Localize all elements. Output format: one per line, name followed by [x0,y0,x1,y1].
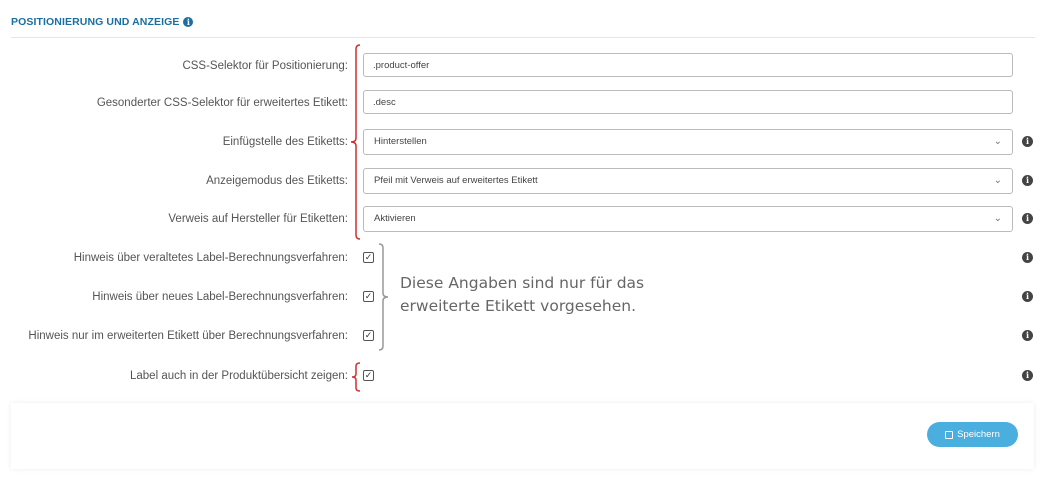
manufacturer-reference-label: Verweis auf Hersteller für Etiketten: [168,213,348,225]
info-icon[interactable]: i [1022,330,1033,341]
gray-bracket-annotation [378,243,389,351]
insert-position-value: Hinterstellen [374,136,427,147]
info-icon[interactable]: i [183,17,194,27]
insert-position-label: Einfügstelle des Etiketts: [222,136,348,148]
info-icon[interactable]: i [1022,175,1033,186]
section-title: POSITIONIERUNG UND ANZEIGE i [11,16,194,28]
display-mode-select[interactable]: Pfeil mit Verweis auf erweitertes Etiket… [363,168,1013,194]
info-icon[interactable]: i [1022,252,1033,263]
row-manufacturer-reference: Verweis auf Hersteller für Etiketten: Ak… [0,206,1057,232]
old-calc-notice-label: Hinweis über veraltetes Label-Berechnung… [73,252,348,264]
show-in-overview-label: Label auch in der Produktübersicht zeige… [129,370,348,382]
info-icon[interactable]: i [1022,213,1033,224]
extended-only-notice-checkbox[interactable]: ✓ [363,330,374,341]
row-display-mode: Anzeigemodus des Etiketts: Pfeil mit Ver… [0,168,1057,194]
row-css-selector: CSS-Selektor für Positionierung: [0,53,1057,79]
extended-selector-label: Gesonderter CSS-Selektor für erweitertes… [96,97,348,109]
save-button-label: Speichern [957,429,1000,440]
annotation-line-2: erweiterte Etikett vorgesehen. [400,297,637,315]
row-insert-position: Einfügstelle des Etiketts: Hinterstellen… [0,129,1057,155]
info-icon[interactable]: i [1022,136,1033,147]
manufacturer-reference-value: Aktivieren [374,213,416,224]
chevron-down-icon: ⌄ [993,175,1002,186]
new-calc-notice-label: Hinweis über neues Label-Berechnungsverf… [92,291,348,303]
row-extended-only-notice: Hinweis nur im erweiterten Etikett über … [0,323,1057,349]
css-selector-input[interactable] [363,53,1013,77]
footer-panel [11,403,1034,469]
save-button[interactable]: Speichern [927,422,1018,447]
show-in-overview-checkbox[interactable]: ✓ [363,370,374,381]
row-old-calc-notice: Hinweis über veraltetes Label-Berechnung… [0,245,1057,271]
floppy-disk-icon [945,430,954,439]
red-bracket-annotation [351,362,361,392]
chevron-down-icon: ⌄ [993,213,1002,224]
manufacturer-reference-select[interactable]: Aktivieren ⌄ [363,206,1013,232]
info-icon[interactable]: i [1022,291,1033,302]
display-mode-label: Anzeigemodus des Etiketts: [206,175,348,187]
divider [11,37,1035,38]
display-mode-value: Pfeil mit Verweis auf erweitertes Etiket… [374,175,538,186]
extended-selector-input[interactable] [363,90,1013,114]
row-show-in-overview: Label auch in der Produktübersicht zeige… [0,363,1057,389]
section-title-text: POSITIONIERUNG UND ANZEIGE [11,16,180,28]
new-calc-notice-checkbox[interactable]: ✓ [363,291,374,302]
info-icon[interactable]: i [1022,370,1033,381]
css-selector-label: CSS-Selektor für Positionierung: [182,60,348,72]
row-extended-selector: Gesonderter CSS-Selektor für erweitertes… [0,90,1057,116]
old-calc-notice-checkbox[interactable]: ✓ [363,252,374,263]
annotation-note: Diese Angaben sind nur für das erweitert… [400,272,700,318]
insert-position-select[interactable]: Hinterstellen ⌄ [363,129,1013,155]
red-bracket-annotation [350,44,361,240]
annotation-line-1: Diese Angaben sind nur für das [400,274,645,292]
extended-only-notice-label: Hinweis nur im erweiterten Etikett über … [28,330,348,342]
chevron-down-icon: ⌄ [993,136,1002,147]
